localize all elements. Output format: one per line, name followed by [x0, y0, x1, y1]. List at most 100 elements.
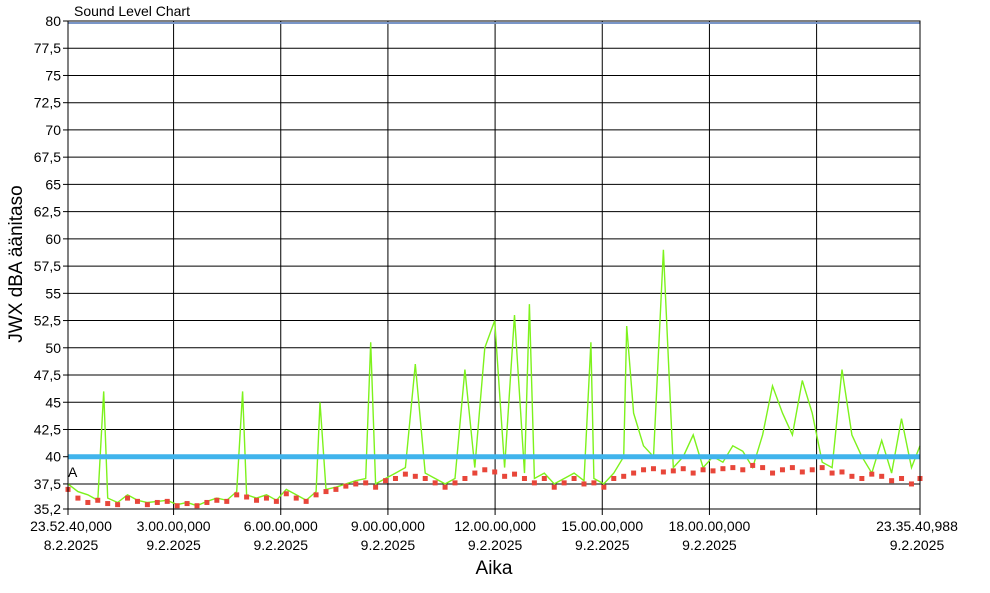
sound-level-chart: Sound Level Chart JWX dBA äänitaso Aika … [0, 0, 990, 588]
data-point [313, 492, 319, 498]
data-point [641, 467, 647, 473]
data-point [512, 471, 518, 477]
data-point [214, 497, 220, 503]
data-point [750, 462, 756, 468]
data-point [462, 476, 468, 481]
data-point [174, 503, 180, 509]
marker-label-a: A [68, 464, 78, 480]
y-tick-label: 52,5 [34, 313, 61, 329]
data-point [531, 480, 537, 486]
data-point [293, 495, 299, 501]
data-point [234, 492, 240, 498]
data-point [730, 465, 736, 471]
data-point [154, 499, 160, 505]
data-point [432, 480, 438, 486]
data-point [452, 480, 458, 486]
y-tick-label: 65 [45, 176, 61, 192]
data-point [472, 470, 478, 476]
data-point [303, 498, 309, 504]
x-tick-label-date: 9.2.2025 [890, 537, 945, 553]
data-point [363, 480, 369, 486]
data-point [353, 481, 359, 487]
data-point [224, 498, 230, 504]
data-point [809, 467, 815, 473]
data-point [561, 480, 567, 486]
y-tick-label: 47,5 [34, 367, 61, 383]
y-tick-label: 70 [45, 122, 61, 138]
data-point [710, 468, 716, 474]
y-tick-label: 40 [45, 449, 61, 465]
x-tick-label-date: 9.2.2025 [575, 537, 630, 553]
data-point [571, 476, 577, 481]
data-point [789, 465, 795, 471]
y-tick-label: 35,2 [34, 501, 61, 517]
data-point [194, 503, 200, 509]
data-point [422, 476, 428, 481]
data-point [581, 481, 587, 487]
data-point [760, 465, 766, 471]
data-point [521, 476, 527, 481]
data-point [839, 469, 845, 475]
data-point [184, 501, 190, 507]
y-tick-label: 50 [45, 340, 61, 356]
data-point [343, 483, 349, 489]
data-point [164, 498, 170, 504]
data-point [502, 473, 508, 479]
data-point [591, 480, 597, 486]
x-tick-label-date: 9.2.2025 [254, 537, 309, 553]
data-point [899, 476, 905, 481]
data-point [95, 497, 101, 503]
y-tick-label: 80 [45, 13, 61, 29]
data-point [323, 489, 329, 495]
x-tick-label-time: 9.00.00,000 [351, 518, 425, 534]
data-point [283, 491, 289, 497]
y-tick-label: 67,5 [34, 149, 61, 165]
data-point [621, 473, 627, 479]
x-tick-label-time: 23.52.40,000 [30, 518, 112, 534]
data-point [204, 499, 210, 505]
data-point [551, 484, 557, 490]
data-point [75, 495, 81, 501]
data-point [392, 476, 398, 481]
data-point [482, 467, 488, 473]
data-point [244, 494, 250, 500]
x-tick-label-date: 9.2.2025 [146, 537, 201, 553]
y-tick-label: 55 [45, 285, 61, 301]
data-point [720, 466, 726, 472]
data-point [402, 471, 408, 477]
data-point [373, 484, 379, 490]
x-tick-label-time: 18.00.00,000 [669, 518, 751, 534]
chart-canvas: Sound Level Chart JWX dBA äänitaso Aika … [6, 3, 958, 579]
data-point [601, 484, 607, 490]
y-axis-label: JWX dBA äänitaso [6, 185, 27, 342]
data-point [690, 470, 696, 476]
data-point [889, 478, 895, 484]
y-tick-label: 42,5 [34, 421, 61, 437]
data-point [908, 481, 914, 487]
x-tick-label-date: 9.2.2025 [468, 537, 523, 553]
x-tick-label-date: 9.2.2025 [361, 537, 416, 553]
data-point [85, 499, 91, 505]
data-point [611, 476, 617, 481]
x-tick-label-time: 3.00.00,000 [137, 518, 211, 534]
chart-title: Sound Level Chart [74, 3, 190, 19]
data-point [799, 469, 805, 475]
x-tick-label-time: 23.35.40,988 [876, 518, 958, 534]
y-axis-ticks: 80 77,5 75 72,5 70 67,5 65 62,5 60 57,5 55 52,5 50 47… [34, 13, 68, 517]
data-point [670, 468, 676, 474]
data-point [829, 470, 835, 476]
y-tick-label: 45 [45, 394, 61, 410]
data-point [134, 498, 140, 504]
data-point [869, 471, 875, 477]
data-point [879, 473, 885, 479]
x-tick-label-date: 8.2.2025 [44, 537, 99, 553]
x-axis-ticks: 23.52.40,000 8.2.2025 3.00.00,000 9.2.2025 6… [30, 509, 958, 553]
x-tick-label-time: 6.00.00,000 [244, 518, 318, 534]
x-tick-label-time: 15.00.00,000 [561, 518, 643, 534]
data-point [660, 469, 666, 475]
y-tick-label: 37,5 [34, 476, 61, 492]
data-point [849, 473, 855, 479]
data-point [700, 467, 706, 473]
y-tick-label: 60 [45, 231, 61, 247]
data-point [442, 484, 448, 490]
